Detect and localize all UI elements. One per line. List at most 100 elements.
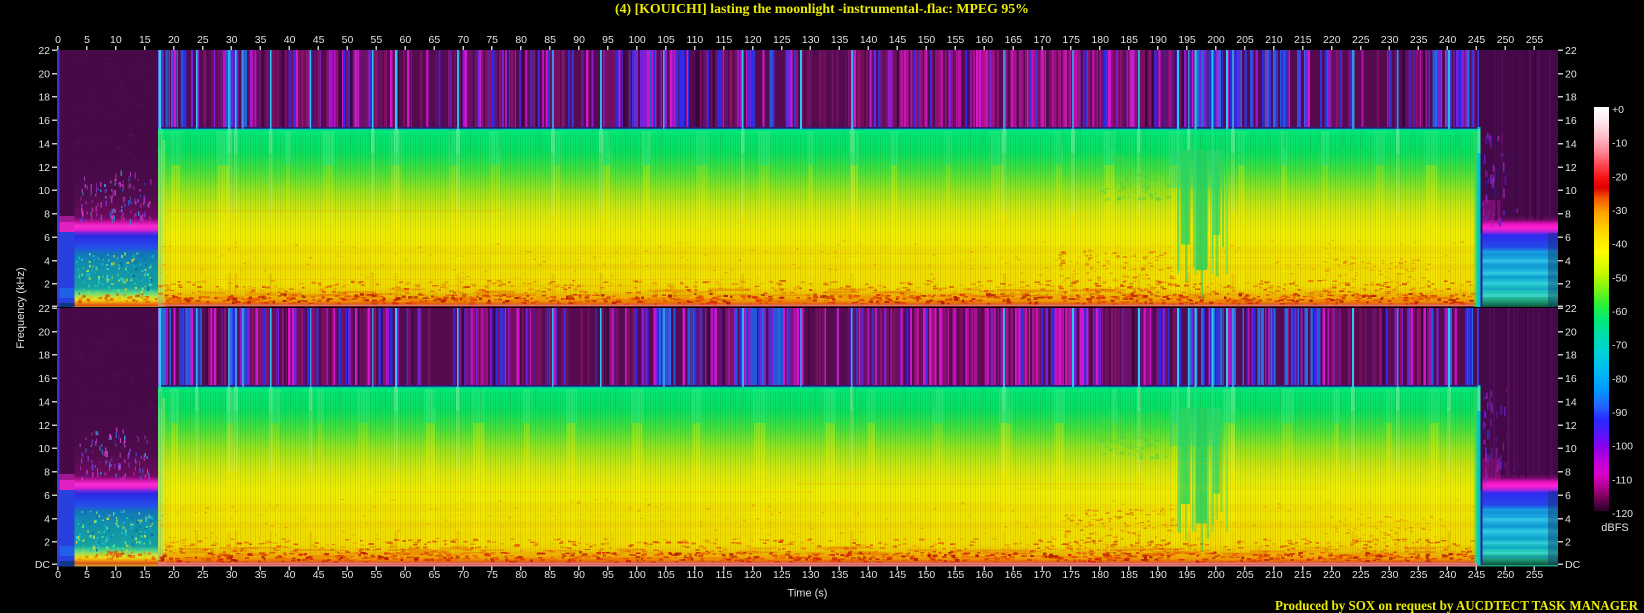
svg-text:220: 220: [1323, 34, 1341, 46]
svg-text:125: 125: [773, 569, 791, 581]
svg-text:90: 90: [573, 569, 585, 581]
svg-text:155: 155: [947, 34, 965, 46]
svg-text:22: 22: [1565, 45, 1577, 57]
svg-text:Time (s): Time (s): [788, 588, 828, 600]
svg-text:195: 195: [1178, 34, 1196, 46]
svg-text:4: 4: [1565, 513, 1571, 525]
svg-text:145: 145: [889, 569, 907, 581]
svg-text:255: 255: [1526, 569, 1544, 581]
svg-text:250: 250: [1497, 34, 1515, 46]
svg-text:+0: +0: [1612, 104, 1624, 116]
svg-text:40: 40: [284, 569, 296, 581]
svg-text:135: 135: [831, 569, 849, 581]
svg-text:135: 135: [831, 34, 849, 46]
svg-text:30: 30: [226, 34, 238, 46]
svg-text:8: 8: [44, 209, 50, 221]
svg-text:35: 35: [255, 34, 267, 46]
svg-text:18: 18: [38, 350, 50, 362]
svg-text:145: 145: [889, 34, 907, 46]
svg-text:15: 15: [139, 569, 151, 581]
svg-text:-20: -20: [1612, 171, 1627, 183]
svg-text:180: 180: [1091, 34, 1109, 46]
svg-text:20: 20: [168, 34, 180, 46]
svg-text:25: 25: [197, 34, 209, 46]
svg-text:200: 200: [1207, 34, 1225, 46]
svg-text:230: 230: [1381, 34, 1399, 46]
svg-text:140: 140: [860, 34, 878, 46]
svg-text:18: 18: [38, 92, 50, 104]
svg-text:25: 25: [197, 569, 209, 581]
svg-text:15: 15: [139, 34, 151, 46]
svg-text:16: 16: [38, 373, 50, 385]
svg-text:8: 8: [44, 467, 50, 479]
svg-text:215: 215: [1294, 569, 1312, 581]
svg-text:230: 230: [1381, 569, 1399, 581]
svg-text:160: 160: [976, 569, 994, 581]
svg-text:-110: -110: [1612, 474, 1632, 486]
svg-text:5: 5: [84, 569, 90, 581]
svg-text:DC: DC: [1565, 559, 1581, 571]
svg-text:DC: DC: [35, 559, 51, 571]
svg-text:14: 14: [38, 397, 50, 409]
svg-text:dBFS: dBFS: [1601, 522, 1629, 534]
svg-text:65: 65: [429, 569, 441, 581]
svg-text:250: 250: [1497, 569, 1515, 581]
svg-text:75: 75: [486, 569, 498, 581]
svg-text:20: 20: [38, 68, 50, 80]
svg-text:155: 155: [947, 569, 965, 581]
svg-text:235: 235: [1410, 34, 1428, 46]
svg-text:-30: -30: [1612, 205, 1627, 217]
svg-text:190: 190: [1149, 34, 1167, 46]
svg-text:100: 100: [628, 34, 646, 46]
svg-text:10: 10: [110, 34, 122, 46]
svg-text:22: 22: [38, 45, 50, 57]
svg-text:90: 90: [573, 34, 585, 46]
svg-text:-120: -120: [1612, 508, 1633, 520]
svg-text:50: 50: [342, 34, 354, 46]
svg-text:18: 18: [1565, 92, 1577, 104]
svg-text:100: 100: [628, 569, 646, 581]
svg-text:2: 2: [1565, 279, 1571, 291]
svg-text:185: 185: [1120, 569, 1138, 581]
svg-text:240: 240: [1439, 34, 1457, 46]
svg-text:220: 220: [1323, 569, 1341, 581]
svg-text:14: 14: [1565, 139, 1577, 151]
svg-text:6: 6: [1565, 490, 1571, 502]
svg-text:150: 150: [918, 569, 936, 581]
svg-text:210: 210: [1265, 569, 1283, 581]
svg-text:20: 20: [38, 326, 50, 338]
svg-text:105: 105: [657, 569, 675, 581]
svg-text:12: 12: [1565, 162, 1577, 174]
svg-text:225: 225: [1352, 569, 1370, 581]
svg-text:85: 85: [544, 569, 556, 581]
svg-text:165: 165: [1005, 569, 1023, 581]
svg-text:55: 55: [371, 34, 383, 46]
svg-text:70: 70: [457, 569, 469, 581]
svg-text:60: 60: [400, 34, 412, 46]
svg-text:12: 12: [38, 162, 50, 174]
svg-text:80: 80: [515, 34, 527, 46]
svg-text:115: 115: [716, 34, 733, 46]
svg-text:55: 55: [371, 569, 383, 581]
svg-text:6: 6: [44, 490, 50, 502]
svg-text:225: 225: [1352, 34, 1370, 46]
svg-text:6: 6: [1565, 232, 1571, 244]
svg-text:20: 20: [168, 569, 180, 581]
svg-text:4: 4: [1565, 255, 1571, 267]
svg-text:2: 2: [1565, 537, 1571, 549]
svg-text:70: 70: [457, 34, 469, 46]
svg-text:40: 40: [284, 34, 296, 46]
svg-text:-60: -60: [1612, 306, 1627, 318]
svg-text:16: 16: [1565, 115, 1577, 127]
svg-text:175: 175: [1062, 34, 1080, 46]
svg-text:130: 130: [802, 34, 820, 46]
svg-text:Produced by SOX on request by: Produced by SOX on request by AUCDTECT T…: [1275, 598, 1638, 613]
svg-text:175: 175: [1062, 569, 1080, 581]
svg-text:60: 60: [400, 569, 412, 581]
svg-text:50: 50: [342, 569, 354, 581]
svg-text:45: 45: [313, 569, 325, 581]
svg-text:22: 22: [1565, 303, 1577, 315]
svg-text:85: 85: [544, 34, 556, 46]
svg-text:170: 170: [1034, 569, 1052, 581]
svg-text:20: 20: [1565, 326, 1577, 338]
